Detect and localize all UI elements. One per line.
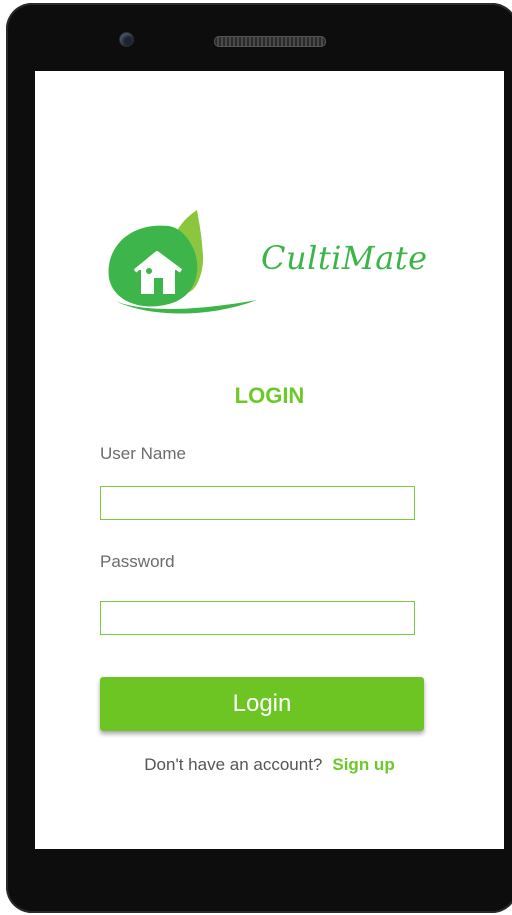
front-camera-icon xyxy=(120,33,133,46)
earpiece-speaker xyxy=(214,36,326,47)
login-button[interactable]: Login xyxy=(100,677,424,731)
username-label: User Name xyxy=(100,444,186,463)
password-label: Password xyxy=(100,552,175,571)
signup-row: Don't have an account? Sign up xyxy=(35,755,504,775)
signup-link[interactable]: Sign up xyxy=(332,755,394,774)
phone-top-bezel xyxy=(6,3,512,71)
leaf-house-logo-icon xyxy=(108,210,257,314)
password-input[interactable] xyxy=(100,601,415,635)
username-input[interactable] xyxy=(100,486,415,520)
signup-prompt: Don't have an account? xyxy=(144,755,323,774)
app-screen: CultiMate LOGIN User Name Password Login… xyxy=(35,71,504,849)
phone-bottom-bezel xyxy=(6,849,512,913)
page-title: LOGIN xyxy=(234,383,305,408)
brand-name: CultiMate xyxy=(261,239,428,277)
phone-frame: CultiMate LOGIN User Name Password Login… xyxy=(6,3,512,913)
